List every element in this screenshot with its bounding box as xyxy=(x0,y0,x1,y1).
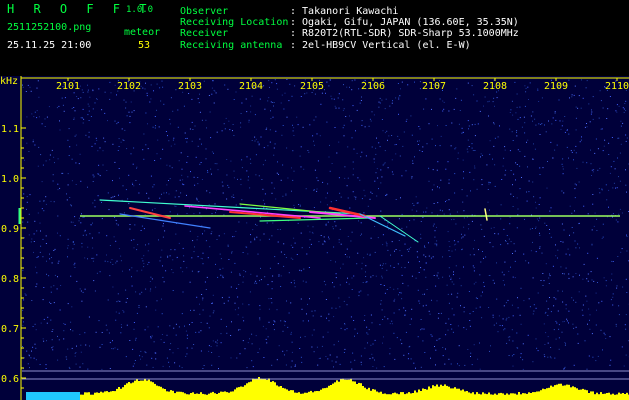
freq-tick-label: 0.6 xyxy=(1,374,19,385)
time-tick-label: 2108 xyxy=(483,81,507,92)
header: H R O F F T 1.0.0 2511252100.png 25.11.2… xyxy=(0,0,629,76)
file-name: 2511252100.png xyxy=(7,22,92,33)
time-tick-label: 2109 xyxy=(544,81,568,92)
antenna-label: Receiving antenna xyxy=(180,40,283,51)
time-tick-label: 2101 xyxy=(56,81,80,92)
freq-tick-label: 1.0 xyxy=(1,174,19,185)
activity-gap-bar xyxy=(26,392,80,400)
unit-label: kHz xyxy=(0,76,18,87)
antenna-value: : 2el-HB9CV Vertical (el. E-W) xyxy=(290,40,471,51)
receiver-label: Receiver xyxy=(180,28,229,39)
freq-tick-label: 0.8 xyxy=(1,274,19,285)
meteor-label: meteor xyxy=(124,27,161,38)
app-version: 1.0.0 xyxy=(126,5,154,15)
time-tick-label: 2104 xyxy=(239,81,263,92)
receiver-value: : R820T2(RTL-SDR) SDR-Sharp 53.1000MHz xyxy=(290,28,519,39)
date-time: 25.11.25 21:00 xyxy=(7,40,92,51)
freq-tick-label: 0.9 xyxy=(1,224,19,235)
meteor-count: 53 xyxy=(138,40,151,51)
freq-tick-label: 0.7 xyxy=(1,324,19,335)
time-tick-label: 2103 xyxy=(178,81,202,92)
spectrogram: kHz 2101 2102 2103 2104 2105 2106 2107 2108 2109… xyxy=(0,76,629,400)
time-tick-label: 2102 xyxy=(117,81,141,92)
time-tick-label: 2105 xyxy=(300,81,324,92)
freq-tick-label: 1.1 xyxy=(1,124,19,135)
time-tick-label: 2107 xyxy=(422,81,446,92)
time-tick-label: 2106 xyxy=(361,81,385,92)
time-tick-label: 2110 xyxy=(605,81,629,92)
